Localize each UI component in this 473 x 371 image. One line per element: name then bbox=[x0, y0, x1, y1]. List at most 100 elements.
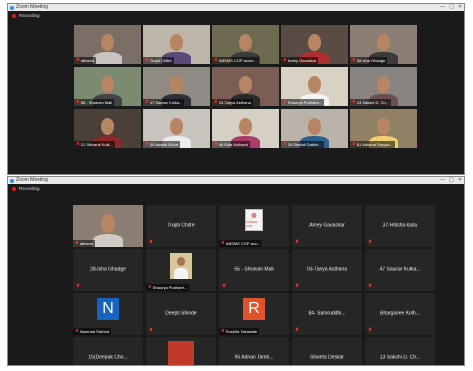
muted-mic-icon: ✘ bbox=[145, 58, 149, 63]
participant-tile[interactable]: 28-Isha Ghadge ✘ bbox=[73, 249, 143, 291]
participant-name: 46 Ekta Kulkarni bbox=[218, 142, 248, 147]
minimize-button[interactable]: — bbox=[440, 177, 445, 184]
participant-video-tile[interactable]: ✘ 39 Awadh Dhuri bbox=[143, 109, 210, 148]
participant-name: 03-Tanya Asthana bbox=[306, 266, 348, 273]
participant-name-label: ✘ Trupti Chitre bbox=[143, 57, 174, 64]
participant-tile[interactable]: 13 Sakshi D. Ch...✘ bbox=[365, 337, 435, 365]
participant-tile[interactable]: 55 - Shravan Mali ✘ bbox=[219, 249, 289, 291]
participant-name-label: ✘ 46 Ekta Kulkarni bbox=[212, 141, 250, 148]
muted-mic-icon: ✘ bbox=[76, 58, 80, 63]
profile-picture bbox=[168, 341, 194, 365]
participant-name-label: ✘ Shaurya Pudhare... bbox=[146, 284, 190, 291]
muted-mic-icon: ✘ bbox=[352, 58, 356, 63]
participant-tile[interactable]: Trupti Chitre ✘ bbox=[146, 205, 216, 247]
participant-name: ABSMS COP accro... bbox=[218, 58, 257, 63]
participant-name: 03-Tanya Asthana bbox=[218, 100, 251, 105]
participant-name: Trupti Chitre bbox=[167, 222, 195, 229]
participant-video-tile[interactable]: ✘ atharva bbox=[74, 25, 141, 64]
recording-indicator: Recording bbox=[8, 11, 464, 20]
profile-photo bbox=[170, 253, 192, 280]
participant-video-tile[interactable]: ✘ Shaurya Pudhare... bbox=[281, 67, 348, 106]
participant-video-tile[interactable]: ✘ 13 Sakshi D. Ch... bbox=[350, 67, 417, 106]
maximize-button[interactable]: □ bbox=[449, 177, 454, 184]
maximize-button[interactable]: □ bbox=[449, 4, 454, 11]
participant-tile[interactable]: 47 Saurav Kulka... ✘ bbox=[365, 249, 435, 291]
participant-name-label: ✘ 03-Tanya Asthana bbox=[212, 99, 253, 106]
participant-video-tile[interactable]: ✘ 28 Isha Ghadge bbox=[350, 25, 417, 64]
muted-mic-icon: ✘ bbox=[222, 283, 227, 289]
participant-name: 95 Adnan Tamb... bbox=[234, 354, 274, 361]
participant-name-label: ✘ ABSMS COP acc... bbox=[219, 240, 263, 247]
participant-name: Shweta Deskar bbox=[310, 354, 344, 361]
participant-tile[interactable]: ✘ Shaurya Pudhare... bbox=[146, 249, 216, 291]
recording-label: Recording bbox=[19, 186, 40, 191]
participant-name: 84- Samruddhi... bbox=[308, 310, 346, 317]
minimize-button[interactable]: — bbox=[440, 4, 445, 11]
participant-video-tile[interactable]: ✘ Amey Gavaskar bbox=[281, 25, 348, 64]
participant-tile[interactable]: Bhargavee Kolh... ✘ bbox=[365, 293, 435, 335]
muted-mic-icon: ✘ bbox=[368, 327, 373, 333]
muted-mic-icon: ✘ bbox=[148, 285, 152, 290]
muted-mic-icon: ✘ bbox=[76, 100, 80, 105]
participant-tile[interactable]: ☸ AISSMS COP ✘ ABSMS COP acc... bbox=[219, 205, 289, 247]
participant-tile[interactable] bbox=[146, 337, 216, 365]
zoom-window-gallery-top: Zoom Meeting — □ ✕ Recording ✘ atharva ✘ Tr… bbox=[7, 3, 465, 175]
participant-name: 13 Sakshi D. Ch... bbox=[356, 100, 390, 105]
participant-video-tile[interactable]: ✘ 29 Shefali Dabhir... bbox=[281, 109, 348, 148]
participant-name: 12 Shivank Kulk... bbox=[80, 142, 113, 147]
participant-name-label: ✘ Amey Gavaskar bbox=[281, 57, 319, 64]
muted-mic-icon: ✘ bbox=[352, 142, 356, 147]
participant-name: 28-Isha Ghadge bbox=[90, 266, 126, 273]
participant-name: Namrata Rathod bbox=[79, 329, 110, 334]
muted-mic-icon: ✘ bbox=[214, 100, 218, 105]
close-button[interactable]: ✕ bbox=[458, 4, 462, 11]
logo-text: AISSMS COP bbox=[246, 220, 258, 229]
participant-tile[interactable]: Deepti Shinde ✘ bbox=[146, 293, 216, 335]
participant-video-tile[interactable]: ✘ 47 Saurav Kulka... bbox=[143, 67, 210, 106]
participant-tile[interactable]: 37-Hitisha kadu ✘ bbox=[365, 205, 435, 247]
participant-name: Shaurya Pudhare... bbox=[287, 100, 323, 105]
participant-tile[interactable]: 15(Deepak Cho...✘ bbox=[73, 337, 143, 365]
muted-mic-icon: ✘ bbox=[214, 142, 218, 147]
participant-video-tile[interactable]: ✘ 03-Tanya Asthana bbox=[212, 67, 279, 106]
close-button[interactable]: ✕ bbox=[458, 177, 462, 184]
participant-name: Deepti Shinde bbox=[165, 310, 197, 317]
participant-tile[interactable]: N ✘ Namrata Rathod bbox=[73, 293, 143, 335]
participant-video-tile[interactable]: ✘ 12 Shivank Kulk... bbox=[74, 109, 141, 148]
participant-video-tile[interactable]: ✘ ABSMS COP accro... bbox=[212, 25, 279, 64]
participant-tile[interactable]: R ✘ Rushita Takawale bbox=[219, 293, 289, 335]
participant-name: 15(Deepak Cho... bbox=[88, 354, 128, 361]
muted-mic-icon: ✘ bbox=[283, 58, 287, 63]
participant-name-label: ✘ 55 - Shravan Mali bbox=[74, 99, 115, 106]
participant-name: 39 Awadh Dhuri bbox=[149, 142, 178, 147]
muted-mic-icon: ✘ bbox=[76, 283, 81, 289]
participant-tile[interactable]: 95 Adnan Tamb...✘ bbox=[219, 337, 289, 365]
zoom-app-icon bbox=[10, 178, 14, 183]
participant-video-tile[interactable]: ✘ Trupti Chitre bbox=[143, 25, 210, 64]
participant-video-tile[interactable]: ✘ 55 - Shravan Mali bbox=[74, 67, 141, 106]
participant-name: atharva bbox=[80, 58, 95, 63]
muted-mic-icon: ✘ bbox=[76, 142, 80, 147]
muted-mic-icon: ✘ bbox=[352, 100, 356, 105]
recording-label: Recording bbox=[19, 13, 40, 18]
emblem-icon: ☸ bbox=[250, 212, 258, 221]
title-bar: Zoom Meeting — □ ✕ bbox=[8, 4, 464, 11]
participant-video-tile[interactable]: ✘ 61 Atharva Suryav... bbox=[350, 109, 417, 148]
participant-tile[interactable]: ✘ atharva bbox=[73, 205, 143, 247]
muted-mic-icon: ✘ bbox=[149, 327, 154, 333]
participant-name-label: ✘ Namrata Rathod bbox=[73, 328, 112, 335]
window-title: Zoom Meeting bbox=[16, 4, 48, 10]
participant-tile[interactable]: Shweta Deskar✘ bbox=[292, 337, 362, 365]
participant-video-tile[interactable]: ✘ 46 Ekta Kulkarni bbox=[212, 109, 279, 148]
participant-tile[interactable]: 84- Samruddhi... ✘ bbox=[292, 293, 362, 335]
participant-tile[interactable]: Amey Gavaskar ✘ bbox=[292, 205, 362, 247]
muted-mic-icon: ✘ bbox=[221, 241, 225, 246]
initial-avatar: R bbox=[243, 298, 265, 321]
initial-avatar: N bbox=[97, 298, 119, 321]
muted-mic-icon: ✘ bbox=[368, 283, 373, 289]
participant-name: Bhargavee Kolh... bbox=[380, 310, 420, 317]
muted-mic-icon: ✘ bbox=[75, 329, 79, 334]
participant-name: 61 Atharva Suryav... bbox=[356, 142, 393, 147]
participant-tile[interactable]: 03-Tanya Asthana ✘ bbox=[292, 249, 362, 291]
participant-name: 37-Hitisha kadu bbox=[382, 222, 418, 229]
